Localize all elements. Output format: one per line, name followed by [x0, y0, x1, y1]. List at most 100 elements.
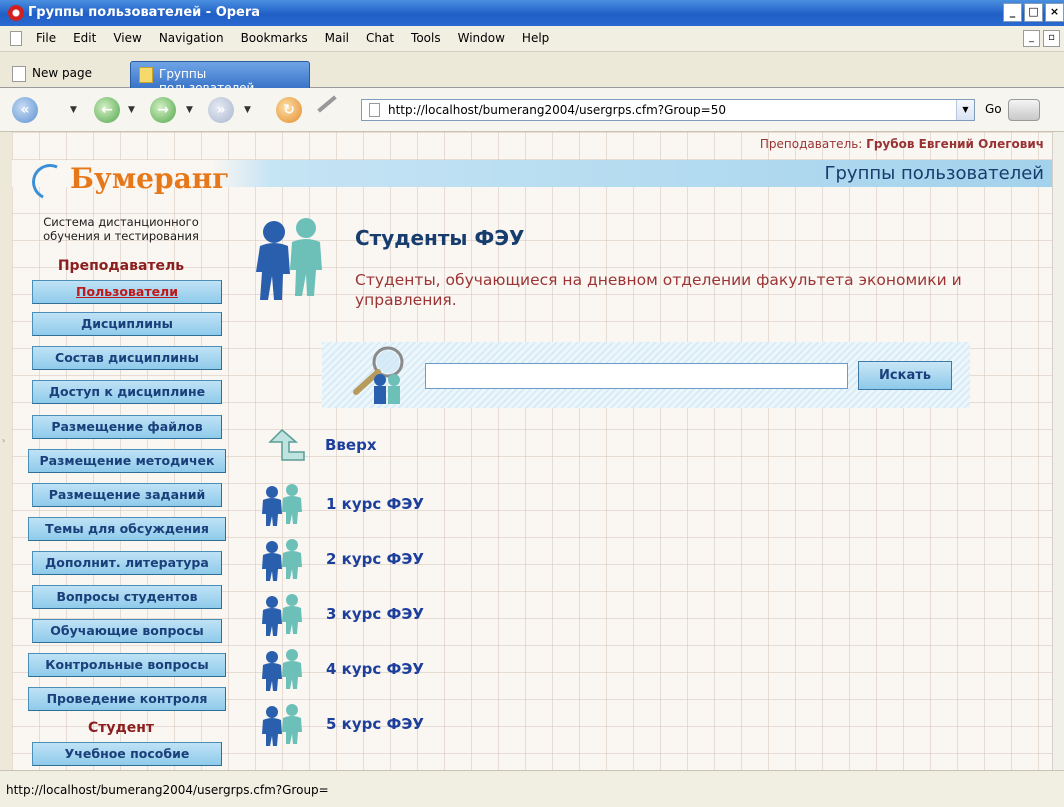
rewind-dropdown-icon[interactable]: ▼ [70, 105, 77, 115]
user-group-icon [262, 539, 302, 581]
list-item[interactable]: 2 курс ФЭУ [260, 537, 660, 583]
sidebar-item-discipline-access[interactable]: Доступ к дисциплине [32, 380, 222, 404]
go-button[interactable]: Go [985, 102, 1002, 116]
menu-navigation[interactable]: Navigation [159, 31, 224, 45]
teacher-name: Грубов Евгений Олегович [866, 137, 1044, 151]
up-arrow-icon[interactable] [268, 428, 308, 464]
forward-arrow-icon: → [157, 102, 169, 118]
menu-chat[interactable]: Chat [366, 31, 394, 45]
new-page-icon [12, 66, 26, 82]
back-button[interactable]: ← [94, 97, 120, 123]
list-item[interactable]: 1 курс ФЭУ [260, 482, 660, 528]
navigation-bar: « ▼ ← ▼ → ▼ » ▼ ↻ http://localhost/bumer… [0, 88, 1064, 132]
section-title: Группы пользователей [824, 163, 1044, 184]
fast-forward-button[interactable]: » [208, 97, 234, 123]
reload-button[interactable]: ↻ [276, 97, 302, 123]
search-button[interactable]: Искать [858, 361, 952, 390]
rewind-button[interactable]: « [12, 97, 38, 123]
user-group-icon [262, 704, 302, 746]
mdi-minimize-button[interactable]: _ [1023, 30, 1040, 47]
role-heading-student: Студент [87, 720, 155, 736]
menu-tools[interactable]: Tools [411, 31, 441, 45]
search-engine-icon[interactable] [1008, 99, 1040, 121]
page-menu-icon[interactable] [10, 31, 22, 46]
subgroup-link[interactable]: 1 курс ФЭУ [326, 495, 424, 513]
status-bar: http://localhost/bumerang2004/usergrps.c… [0, 770, 1064, 807]
forward-dropdown-icon[interactable]: ▼ [186, 105, 193, 115]
list-item[interactable]: 3 курс ФЭУ [260, 592, 660, 638]
rewind-icon: « [20, 102, 30, 118]
group-description: Студенты, обучающиеся на дневном отделен… [355, 271, 962, 309]
window-controls: _ □ × [1003, 3, 1064, 22]
sidebar-item-conduct-control[interactable]: Проведение контроля [28, 687, 226, 711]
forward-button[interactable]: → [150, 97, 176, 123]
menu-bookmarks[interactable]: Bookmarks [241, 31, 308, 45]
window-titlebar: Группы пользователей - Opera _ □ × [0, 0, 1064, 26]
search-input[interactable] [425, 363, 848, 389]
group-title: Студенты ФЭУ [355, 226, 525, 250]
address-dropdown-icon[interactable]: ▼ [956, 100, 974, 120]
subgroup-link[interactable]: 4 курс ФЭУ [326, 660, 424, 678]
brand-name: Бумеранг [70, 162, 230, 195]
window-title: Группы пользователей - Opera [28, 5, 261, 20]
fast-forward-icon: » [216, 102, 226, 118]
teacher-info: Преподаватель: Грубов Евгений Олегович [760, 137, 1044, 151]
user-group-icon [262, 484, 302, 526]
page-icon [139, 67, 153, 83]
sidebar-item-manuals-upload[interactable]: Размещение методичек [28, 449, 226, 473]
role-heading-teacher: Преподаватель [57, 258, 185, 274]
tab-new-page-label: New page [32, 66, 92, 80]
sidebar-item-control-questions[interactable]: Контрольные вопросы [28, 653, 226, 677]
sidebar-item-users[interactable]: Пользователи [32, 280, 222, 304]
sidebar-item-training-questions[interactable]: Обучающие вопросы [32, 619, 222, 643]
sidebar-item-disciplines[interactable]: Дисциплины [32, 312, 222, 336]
menu-bar: File Edit View Navigation Bookmarks Mail… [0, 26, 1064, 52]
sidebar-item-discussion-topics[interactable]: Темы для обсуждения [28, 517, 226, 541]
sidebar-item-discipline-content[interactable]: Состав дисциплины [32, 346, 222, 370]
panel-toggle[interactable]: › [0, 132, 12, 770]
page-viewport: Преподаватель: Грубов Евгений Олегович Г… [12, 132, 1052, 770]
address-url: http://localhost/bumerang2004/usergrps.c… [388, 103, 726, 117]
tab-new-page[interactable]: New page [4, 61, 126, 88]
panel-arrow-icon: › [2, 436, 6, 445]
edit-icon[interactable] [317, 95, 337, 113]
sidebar-item-student-questions[interactable]: Вопросы студентов [32, 585, 222, 609]
menu-window[interactable]: Window [458, 31, 505, 45]
subgroup-link[interactable]: 3 курс ФЭУ [326, 605, 424, 623]
fast-forward-dropdown-icon[interactable]: ▼ [244, 105, 251, 115]
sidebar-item-assignments-upload[interactable]: Размещение заданий [32, 483, 222, 507]
reload-icon: ↻ [283, 102, 295, 118]
sidebar-item-textbook[interactable]: Учебное пособие [32, 742, 222, 766]
back-dropdown-icon[interactable]: ▼ [128, 105, 135, 115]
address-page-icon [369, 103, 380, 117]
user-group-icon [262, 594, 302, 636]
subgroup-link[interactable]: 2 курс ФЭУ [326, 550, 424, 568]
user-search-icon [353, 346, 404, 404]
tab-bar: New page Группы пользователей [0, 52, 1064, 95]
menu-mail[interactable]: Mail [325, 31, 349, 45]
maximize-button[interactable]: □ [1024, 3, 1043, 22]
teacher-prefix: Преподаватель: [759, 137, 867, 151]
opera-app-icon [8, 5, 24, 21]
sidebar-item-file-upload[interactable]: Размещение файлов [32, 415, 222, 439]
menu-view[interactable]: View [113, 31, 141, 45]
tab-active[interactable]: Группы пользователей [130, 61, 310, 95]
menu-help[interactable]: Help [522, 31, 549, 45]
close-button[interactable]: × [1045, 3, 1064, 22]
minimize-button[interactable]: _ [1003, 3, 1022, 22]
list-item[interactable]: 4 курс ФЭУ [260, 647, 660, 693]
mdi-restore-button[interactable]: ▫ [1043, 30, 1060, 47]
menu-file[interactable]: File [36, 31, 56, 45]
back-arrow-icon: ← [101, 102, 113, 118]
address-bar[interactable]: http://localhost/bumerang2004/usergrps.c… [361, 99, 975, 121]
site-tagline: Система дистанционного обучения и тестир… [43, 215, 199, 243]
vertical-scrollbar[interactable] [1052, 132, 1064, 770]
list-item[interactable]: 5 курс ФЭУ [260, 702, 660, 748]
subgroup-link[interactable]: 5 курс ФЭУ [326, 715, 424, 733]
sidebar-item-extra-literature[interactable]: Дополнит. литература [32, 551, 222, 575]
user-group-icon [262, 649, 302, 691]
up-link[interactable]: Вверх [325, 436, 377, 454]
status-text: http://localhost/bumerang2004/usergrps.c… [6, 783, 329, 797]
user-group-icon [256, 218, 322, 300]
menu-edit[interactable]: Edit [73, 31, 96, 45]
